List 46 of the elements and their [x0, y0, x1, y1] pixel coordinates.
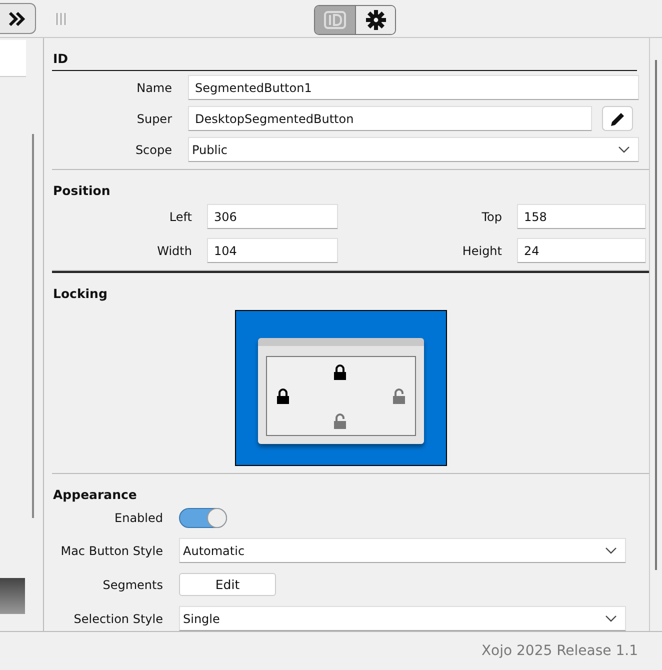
field-label: Top: [480, 210, 502, 224]
field-label: Left: [168, 210, 192, 224]
dropdown[interactable]: Single: [179, 606, 626, 631]
number-field[interactable]: 24: [517, 238, 646, 263]
section-title: ID: [52, 38, 637, 71]
number-field[interactable]: 158: [517, 204, 646, 229]
locked-padlock-icon[interactable]: [332, 364, 346, 380]
field-label: Super: [136, 112, 172, 126]
toggle-switch[interactable]: [179, 508, 227, 528]
field-label: Segments: [102, 578, 163, 592]
id-icon: [324, 11, 346, 29]
chevron-down-icon: [618, 146, 630, 154]
locking-diagram[interactable]: [234, 310, 446, 466]
name-field[interactable]: SegmentedButton1: [188, 75, 639, 100]
double-chevron-icon: [7, 10, 27, 26]
expand-button[interactable]: [0, 3, 36, 34]
number-field[interactable]: 306: [207, 204, 338, 229]
field-label: Mac Button Style: [60, 544, 163, 558]
section-title: Locking: [52, 285, 108, 303]
field-label: Scope: [134, 142, 172, 156]
super-field[interactable]: DesktopSegmentedButton: [188, 106, 592, 131]
field-label: Enabled: [114, 511, 163, 525]
chevron-down-icon: [605, 614, 617, 622]
scrollbar[interactable]: [32, 134, 34, 518]
gear-tab[interactable]: [355, 6, 395, 34]
locked-padlock-icon[interactable]: [276, 388, 290, 404]
grip-icon[interactable]: [56, 12, 66, 24]
scope-dropdown[interactable]: Public: [188, 137, 639, 162]
edit-button[interactable]: Edit: [179, 573, 276, 596]
chevron-down-icon: [605, 546, 617, 554]
field-label: Height: [461, 244, 502, 258]
edit-button[interactable]: [602, 106, 633, 131]
unlocked-padlock-icon[interactable]: [332, 413, 346, 429]
gear-icon: [366, 10, 386, 30]
unlocked-padlock-icon[interactable]: [392, 388, 406, 404]
field-label: Width: [156, 244, 192, 258]
version-text: Xojo 2025 Release 1.1: [481, 643, 638, 659]
scrollbar[interactable]: [655, 60, 657, 570]
preview-strip: [0, 578, 25, 614]
dropdown[interactable]: Automatic: [179, 538, 626, 563]
list-panel: [0, 40, 26, 77]
field-label: Selection Style: [72, 612, 163, 626]
section-title: Appearance: [52, 486, 138, 504]
field-label: Name: [136, 80, 172, 94]
section-title: Position: [52, 182, 112, 200]
number-field[interactable]: 104: [207, 238, 338, 263]
